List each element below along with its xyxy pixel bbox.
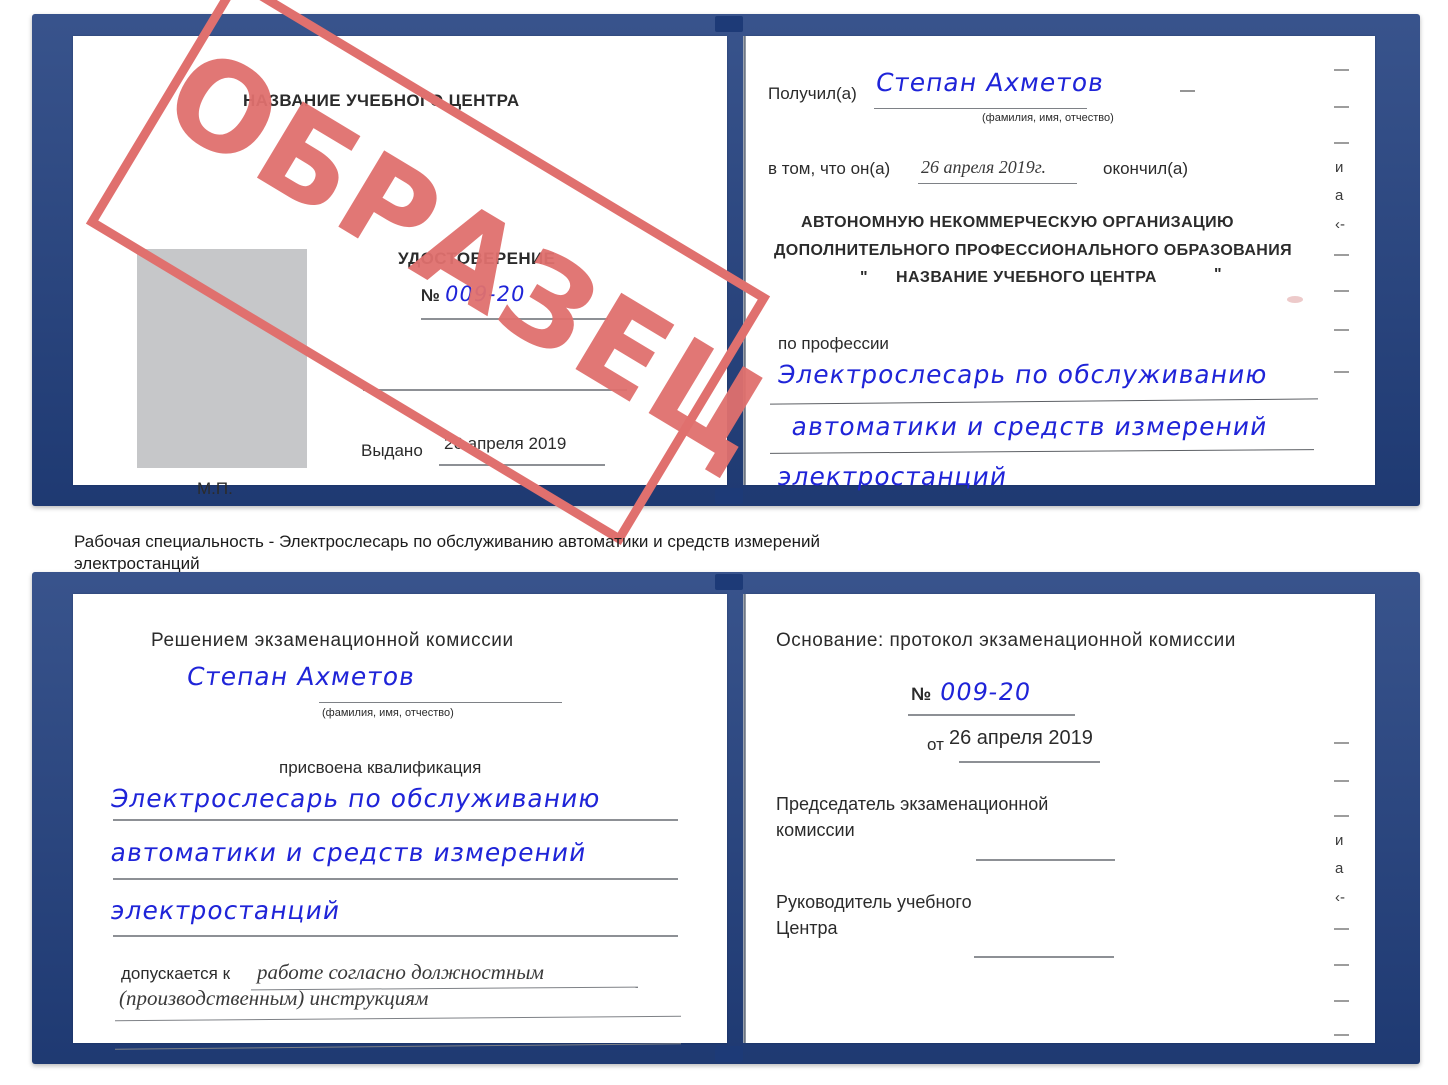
edge-fragment: и xyxy=(1335,159,1344,176)
top-right-that-he-date: 26 апреля 2019г. xyxy=(921,157,1047,177)
bottom-right-date-rule xyxy=(959,761,1100,763)
top-right-received-dash: — xyxy=(1180,82,1195,99)
top-left-page: НАЗВАНИЕ УЧЕБНОГО ЦЕНТРА УДОСТОВЕРЕНИЕ №… xyxy=(73,36,727,498)
top-right-profession-line3: электростанций xyxy=(775,462,1010,491)
top-right-profession-line1: Электрослесарь по обслуживанию xyxy=(775,360,1270,389)
top-left-issued-label: Выдано xyxy=(361,441,423,460)
bottom-right-date-value: 26 апреля 2019 xyxy=(949,727,1093,749)
edge-fragment: ‹- xyxy=(1335,889,1345,906)
edge-fragment: — xyxy=(1334,61,1349,78)
bottom-right-chairman-line2: комиссии xyxy=(776,820,855,840)
edge-fragment: — xyxy=(1334,920,1349,937)
bottom-left-name-value: Степан Ахметов xyxy=(184,662,418,691)
top-spine-notch-lower xyxy=(715,488,743,504)
top-left-title: УДОСТОВЕРЕНИЕ xyxy=(398,249,556,268)
caption-line-1: Рабочая специальность - Электрослесарь п… xyxy=(74,532,821,551)
edge-fragment: ‹- xyxy=(1335,216,1345,233)
edge-fragment: — xyxy=(1334,134,1349,151)
top-right-profession-rule1 xyxy=(770,398,1318,405)
bottom-spine-notch-lower xyxy=(715,1046,743,1062)
bottom-right-chairman-line1: Председатель экзаменационной xyxy=(776,794,1049,814)
figure-caption: Рабочая специальность - Электрослесарь п… xyxy=(74,531,1134,575)
top-right-received-rule xyxy=(874,108,1087,109)
bottom-right-number-value: 009-20 xyxy=(937,678,1034,706)
edge-fragment: — xyxy=(1334,956,1349,973)
top-left-number-label: № xyxy=(421,286,440,305)
top-left-number-value: 009-20 xyxy=(443,282,528,306)
bottom-right-head-line1: Руководитель учебного xyxy=(776,892,972,912)
ink-smudge xyxy=(1287,296,1303,303)
top-right-date-rule xyxy=(918,183,1077,184)
top-spine-notch-upper xyxy=(715,16,743,32)
bottom-certificate: Решением экзаменационной комиссии Степан… xyxy=(32,572,1420,1064)
edge-fragment: — xyxy=(1334,992,1349,1009)
bottom-left-qual-rule2 xyxy=(113,878,678,880)
top-certificate: НАЗВАНИЕ УЧЕБНОГО ЦЕНТРА УДОСТОВЕРЕНИЕ №… xyxy=(32,14,1420,506)
top-right-page: Получил(а) Степан Ахметов (фамилия, имя,… xyxy=(746,36,1375,491)
edge-fragment: — xyxy=(1334,321,1349,338)
bottom-left-admitted-value-2: (производственным) инструкциям xyxy=(119,986,429,1010)
bottom-left-name-rule xyxy=(319,702,562,703)
edge-fragment: и xyxy=(1335,832,1344,849)
bottom-right-basis-label: Основание: протокол экзаменационной коми… xyxy=(776,630,1236,651)
bottom-left-decision-title: Решением экзаменационной комиссии xyxy=(151,630,514,651)
top-right-received-value: Степан Ахметов xyxy=(873,68,1107,97)
bottom-left-qualification-label: присвоена квалификация xyxy=(279,758,482,777)
edge-fragment: а xyxy=(1335,860,1344,877)
bottom-left-qual-rule1 xyxy=(113,819,678,821)
bottom-left-admitted-rule2 xyxy=(115,1015,681,1022)
top-left-issued-value: 26 апреля 2019 xyxy=(444,434,567,453)
top-right-fio-hint: (фамилия, имя, отчество) xyxy=(982,112,1114,124)
photo-placeholder-box xyxy=(137,249,307,468)
top-right-finished-label: окончил(а) xyxy=(1103,159,1188,178)
bottom-right-number-label: № xyxy=(911,684,932,704)
bottom-left-page: Решением экзаменационной комиссии Степан… xyxy=(73,594,727,1050)
bottom-right-page: Основание: протокол экзаменационной коми… xyxy=(746,594,1375,1043)
top-right-org-quote-open: " xyxy=(860,269,868,286)
top-right-profession-rule2 xyxy=(770,449,1314,454)
edge-fragment: а xyxy=(1335,187,1344,204)
top-right-received-label: Получил(а) xyxy=(768,84,857,103)
bottom-left-admitted-label: допускается к xyxy=(121,964,231,983)
edge-fragment: — xyxy=(1334,734,1349,751)
edge-fragment: — xyxy=(1334,807,1349,824)
top-right-that-he-label: в том, что он(а) xyxy=(768,159,891,178)
bottom-spine-notch-upper xyxy=(715,574,743,590)
bottom-left-qualification-line3: электростанций xyxy=(108,896,343,925)
bottom-left-qualification-line1: Электрослесарь по обслуживанию xyxy=(108,784,603,813)
bottom-right-head-sign-rule xyxy=(974,956,1114,958)
top-left-blank-rule xyxy=(363,389,627,391)
edge-fragment: — xyxy=(1334,363,1349,380)
edge-fragment: — xyxy=(1334,1026,1349,1043)
top-right-org-quote-close: " xyxy=(1214,266,1222,283)
bottom-right-date-label: от xyxy=(927,735,944,754)
top-right-profession-line2: автоматики и средств измерений xyxy=(789,412,1270,441)
bottom-left-fio-hint: (фамилия, имя, отчество) xyxy=(322,707,454,719)
top-right-org-line2: ДОПОЛНИТЕЛЬНОГО ПРОФЕССИОНАЛЬНОГО ОБРАЗО… xyxy=(774,242,1293,259)
top-left-seal-label: М.П. xyxy=(197,479,233,498)
bottom-left-qualification-line2: автоматики и средств измерений xyxy=(108,838,589,867)
edge-fragment: — xyxy=(1334,246,1349,263)
edge-fragment: — xyxy=(1334,282,1349,299)
bottom-left-qual-rule3 xyxy=(113,935,678,937)
top-left-number-rule xyxy=(421,318,608,320)
bottom-left-admitted-value-1: работе согласно должностным xyxy=(257,960,544,984)
edge-fragment: — xyxy=(1334,98,1349,115)
bottom-right-number-rule xyxy=(908,714,1075,716)
edge-fragment: — xyxy=(1334,772,1349,789)
top-right-org-line3: НАЗВАНИЕ УЧЕБНОГО ЦЕНТРА xyxy=(896,269,1157,286)
screenshot-root: НАЗВАНИЕ УЧЕБНОГО ЦЕНТРА УДОСТОВЕРЕНИЕ №… xyxy=(0,0,1448,1085)
bottom-right-head-line2: Центра xyxy=(776,918,838,938)
top-right-org-line1: АВТОНОМНУЮ НЕКОММЕРЧЕСКУЮ ОРГАНИЗАЦИЮ xyxy=(801,214,1234,231)
bottom-right-chairman-sign-rule xyxy=(976,859,1115,861)
top-right-profession-label: по профессии xyxy=(778,334,889,353)
top-left-center-name: НАЗВАНИЕ УЧЕБНОГО ЦЕНТРА xyxy=(243,91,520,110)
top-left-issued-rule xyxy=(439,464,605,466)
